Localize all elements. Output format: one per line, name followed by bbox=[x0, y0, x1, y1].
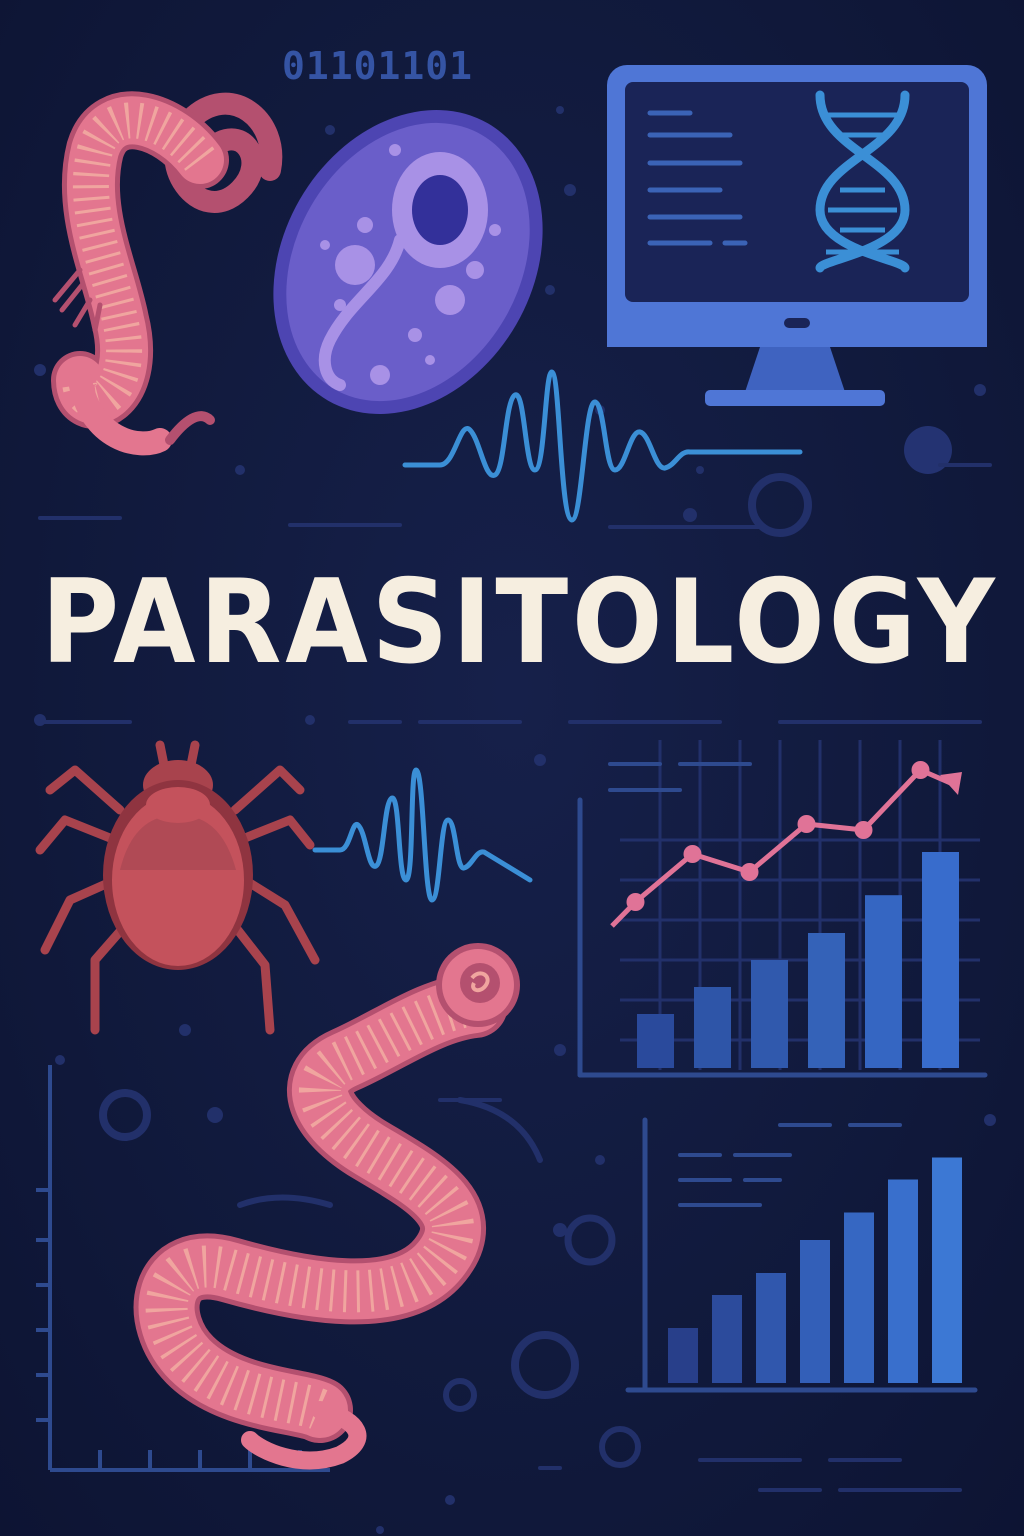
chart-2-bar bbox=[932, 1157, 962, 1383]
chart-2-bar bbox=[668, 1328, 698, 1383]
chart-2-bar bbox=[844, 1212, 874, 1383]
poster: 01101101 PARASITOLOGY bbox=[0, 0, 1024, 1536]
chart-2-bar bbox=[888, 1179, 918, 1383]
chart-2-bars bbox=[668, 1157, 962, 1383]
chart-2-bar bbox=[800, 1240, 830, 1383]
bar-chart-icon bbox=[625, 1117, 978, 1393]
chart-2-bar bbox=[756, 1273, 786, 1383]
chart-2-bar bbox=[712, 1295, 742, 1383]
